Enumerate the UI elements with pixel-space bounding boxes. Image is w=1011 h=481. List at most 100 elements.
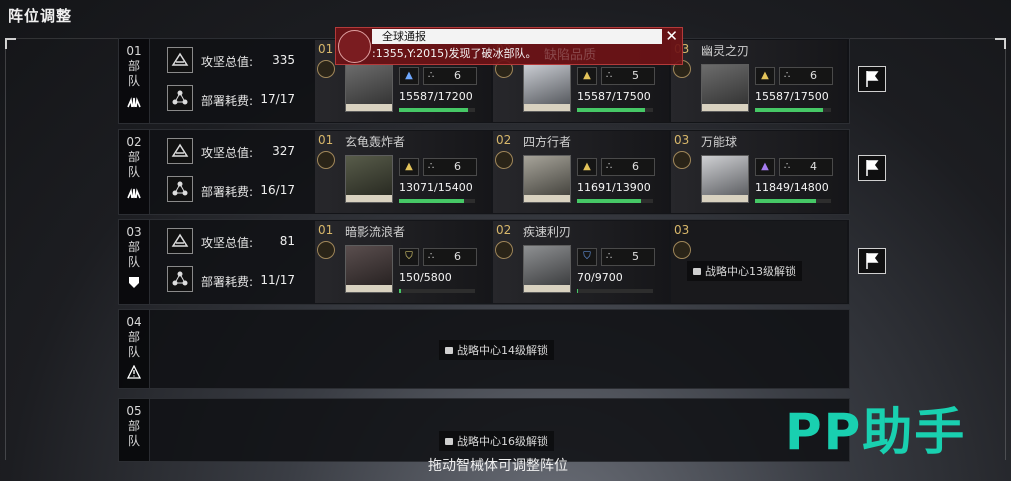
cost-box: ∴ 6 bbox=[423, 158, 477, 176]
unit-portrait bbox=[701, 155, 749, 203]
slot-position: 02 bbox=[496, 133, 512, 147]
air-type-icon: ▲ bbox=[399, 67, 419, 85]
unit-slot[interactable]: 01 暗影流浪者 ⛉ ∴ 6 150/5800 bbox=[315, 221, 491, 303]
squad-char: 部 bbox=[127, 150, 140, 164]
squad-number: 05 bbox=[126, 404, 142, 418]
unit-slot[interactable]: 03 幽灵之刃 ▲ ∴6 15587/17500 bbox=[671, 40, 847, 122]
lock-icon bbox=[693, 268, 701, 275]
toast-header: 全球通报 bbox=[372, 29, 662, 44]
shield-icon bbox=[129, 277, 139, 288]
hp-bar bbox=[577, 289, 653, 293]
air-unit-icon bbox=[127, 188, 141, 199]
set-formation-flag-button[interactable] bbox=[858, 155, 886, 181]
cost-box: ∴ 4 bbox=[779, 158, 833, 176]
unit-portrait bbox=[701, 64, 749, 112]
hp-bar bbox=[755, 108, 831, 112]
set-formation-flag-button[interactable] bbox=[858, 248, 886, 274]
locked-unit-slot: 03 战略中心13级解锁 bbox=[671, 221, 847, 303]
unit-portrait bbox=[345, 64, 393, 112]
cost-box: ∴ 6 bbox=[423, 67, 477, 85]
unit-cost: 4 bbox=[810, 160, 817, 173]
rank-badge-icon bbox=[317, 60, 335, 78]
unit-cost: 6 bbox=[454, 160, 461, 173]
deploy-icon bbox=[167, 176, 193, 202]
lock-icon bbox=[445, 347, 453, 354]
global-broadcast-toast[interactable]: 全球通报 :1355,Y:2015)发现了破冰部队。 ✕ bbox=[335, 27, 683, 65]
air-unit-icon bbox=[127, 97, 141, 108]
squad-char: 队 bbox=[127, 165, 140, 179]
watermark-logo: PP助手 bbox=[785, 403, 967, 461]
slot-position: 01 bbox=[318, 223, 334, 237]
unit-hp: 70/9700 bbox=[577, 271, 623, 284]
unit-hp: 11849/14800 bbox=[755, 181, 829, 194]
unit-slot[interactable]: 02 疾速利刃 ⛉ ∴ 5 70/9700 bbox=[493, 221, 669, 303]
set-formation-flag-button[interactable] bbox=[858, 66, 886, 92]
lock-label: 战略中心16级解锁 bbox=[457, 435, 548, 448]
unit-portrait bbox=[345, 155, 393, 203]
hp-bar bbox=[399, 108, 475, 112]
deploy-label: 部署耗费: bbox=[201, 275, 254, 289]
drag-hint: 拖动智械体可调整阵位 bbox=[428, 458, 568, 474]
unit-cost: 6 bbox=[632, 160, 639, 173]
squad-row-5: 05 部 队 战略中心16级解锁 bbox=[118, 398, 850, 462]
deploy-icon bbox=[167, 266, 193, 292]
attack-value: 335 bbox=[272, 53, 295, 67]
squad-char: 队 bbox=[127, 74, 140, 88]
squad-row-3[interactable]: 03 部 队 攻坚总值: 81 部署耗费: 11/17 01 暗影流浪者 ⛉ ∴… bbox=[118, 219, 850, 305]
squad-side-3: 03 部 队 bbox=[119, 220, 150, 304]
rank-badge-icon bbox=[673, 241, 691, 259]
unit-name: 幽灵之刃 bbox=[701, 44, 750, 58]
unit-name: 玄龟轰炸者 bbox=[345, 135, 406, 149]
squad-number: 01 bbox=[126, 44, 142, 58]
ground-type-icon: ▲ bbox=[399, 158, 419, 176]
squad-number: 03 bbox=[126, 225, 142, 239]
squad-char: 队 bbox=[127, 255, 140, 269]
squad-char: 部 bbox=[127, 240, 140, 254]
lock-notice: 战略中心14级解锁 bbox=[439, 340, 554, 360]
hp-bar bbox=[755, 199, 831, 203]
unit-name: 万能球 bbox=[701, 135, 738, 149]
unit-cost: 5 bbox=[632, 250, 639, 263]
shield-type-icon: ⛉ bbox=[577, 248, 597, 266]
unit-cost: 6 bbox=[454, 69, 461, 82]
ghost-text: 缺陷品质 bbox=[544, 48, 597, 63]
unit-slot[interactable]: 03 万能球 ▲ ∴ 4 11849/14800 bbox=[671, 131, 847, 213]
lock-label: 战略中心13级解锁 bbox=[705, 265, 796, 278]
unit-slot[interactable]: 02 四方行者 ▲ ∴ 6 11691/13900 bbox=[493, 131, 669, 213]
deploy-label: 部署耗费: bbox=[201, 185, 254, 199]
ground-type-icon: ▲ bbox=[577, 67, 597, 85]
unit-name: 四方行者 bbox=[523, 135, 572, 149]
hp-bar bbox=[577, 199, 653, 203]
rank-badge-icon bbox=[317, 241, 335, 259]
unit-portrait bbox=[345, 245, 393, 293]
faction-emblem-icon bbox=[338, 30, 371, 63]
cost-box: ∴ 6 bbox=[601, 158, 655, 176]
warning-icon bbox=[127, 365, 141, 379]
lock-label: 战略中心14级解锁 bbox=[457, 344, 548, 357]
ground-type-icon: ▲ bbox=[577, 158, 597, 176]
frame-edge-right bbox=[1005, 40, 1006, 460]
ground-type-icon: ▲ bbox=[755, 67, 775, 85]
squad-row-2[interactable]: 02 部 队 攻坚总值: 327 部署耗费: 16/17 01 玄龟轰炸者 ▲ … bbox=[118, 129, 850, 215]
unit-portrait bbox=[523, 64, 571, 112]
close-icon[interactable]: ✕ bbox=[665, 29, 678, 44]
rank-badge-icon bbox=[317, 151, 335, 169]
squad-number: 04 bbox=[126, 315, 142, 329]
squad-char: 部 bbox=[127, 59, 140, 73]
deploy-value: 17/17 bbox=[260, 92, 295, 106]
attack-label: 攻坚总值: bbox=[201, 236, 254, 250]
squad-side-2: 02 部 队 bbox=[119, 130, 150, 214]
squad-number: 02 bbox=[126, 135, 142, 149]
unit-hp: 15587/17500 bbox=[577, 90, 651, 103]
unit-hp: 13071/15400 bbox=[399, 181, 473, 194]
hp-bar bbox=[399, 199, 475, 203]
deploy-value: 11/17 bbox=[260, 273, 295, 287]
frame-edge-left bbox=[5, 40, 6, 460]
attack-value: 327 bbox=[272, 144, 295, 158]
squad-char: 部 bbox=[127, 419, 140, 433]
rank-badge-icon bbox=[673, 151, 691, 169]
unit-name: 暗影流浪者 bbox=[345, 225, 406, 239]
unit-slot[interactable]: 01 玄龟轰炸者 ▲ ∴ 6 13071/15400 bbox=[315, 131, 491, 213]
deploy-icon bbox=[167, 85, 193, 111]
slot-position: 01 bbox=[318, 42, 334, 56]
